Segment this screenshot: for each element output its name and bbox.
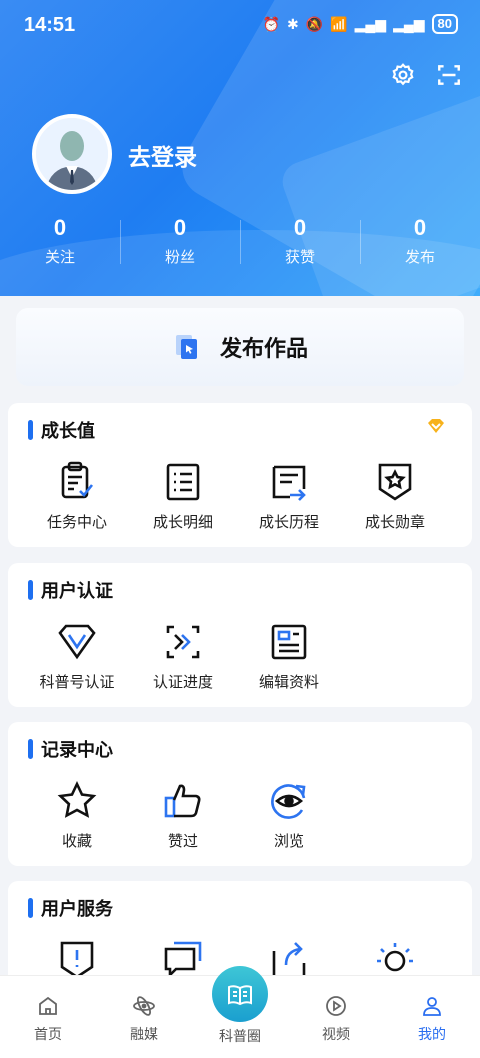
stat-label: 关注 <box>44 249 75 266</box>
nav-label: 融媒 <box>130 1026 158 1042</box>
profile-header: 14:51 ⏰ ✱ 🔕 📶 ▂▄▆ ▂▄▆ 80 去登录 0 关注 0 粉丝 0… <box>0 0 480 296</box>
stat-value: 0 <box>173 215 187 240</box>
section-accent-bar <box>28 580 33 600</box>
auth-grid: 科普号认证 认证进度 编辑资料 <box>8 619 472 692</box>
growth-section: 成长值 任务中心 成长明细 成长历程 成长勋章 <box>8 403 472 547</box>
item-label: 成长勋章 <box>364 514 425 531</box>
stat-posts[interactable]: 0 发布 <box>360 214 480 270</box>
profile-stats: 0 关注 0 粉丝 0 获赞 0 发布 <box>0 214 480 270</box>
section-header: 用户服务 <box>28 895 113 921</box>
section-title: 用户服务 <box>41 899 113 919</box>
stat-value: 0 <box>413 215 427 240</box>
status-icons: ⏰ ✱ 🔕 📶 ▂▄▆ ▂▄▆ 80 <box>263 14 458 34</box>
user-icon <box>423 997 441 1016</box>
status-bar: 14:51 ⏰ ✱ 🔕 📶 ▂▄▆ ▂▄▆ 80 <box>0 0 480 48</box>
stat-label: 获赞 <box>284 249 315 266</box>
item-label: 浏览 <box>273 833 304 850</box>
vip-diamond-icon[interactable] <box>424 415 448 439</box>
list-icon <box>166 463 200 501</box>
mute-icon: 🔕 <box>305 15 324 32</box>
battery-icon: 80 <box>431 14 458 34</box>
avatar[interactable] <box>32 114 112 194</box>
clipboard-check-icon <box>61 461 94 499</box>
records-grid: 收藏 赞过 浏览 <box>8 778 472 851</box>
stat-value: 0 <box>293 215 307 240</box>
thumbs-up-icon <box>164 784 201 818</box>
nav-mine[interactable]: 我的 <box>384 976 480 1058</box>
nav-video[interactable]: 视频 <box>288 976 384 1058</box>
stat-likes[interactable]: 0 获赞 <box>240 214 360 270</box>
stat-label: 粉丝 <box>164 249 195 266</box>
publish-icon <box>175 335 197 359</box>
stat-value: 0 <box>53 215 67 240</box>
play-icon <box>326 996 346 1016</box>
login-link[interactable]: 去登录 <box>128 138 197 172</box>
nav-media[interactable]: 融媒 <box>96 976 192 1058</box>
section-header: 记录中心 <box>28 736 113 762</box>
nav-label: 我的 <box>418 1026 446 1042</box>
profile-card-icon <box>271 624 307 660</box>
nav-label: 视频 <box>322 1026 350 1042</box>
edit-profile-button[interactable]: 编辑资料 <box>236 619 342 692</box>
document-arrow-icon <box>272 465 306 501</box>
publish-label: 发布作品 <box>219 336 308 361</box>
growth-history-button[interactable]: 成长历程 <box>236 459 342 532</box>
section-title: 记录中心 <box>41 740 113 760</box>
wifi-icon: 📶 <box>330 15 348 32</box>
item-label: 成长历程 <box>258 514 319 531</box>
nav-kepu-circle[interactable] <box>212 966 268 1022</box>
status-time: 14:51 <box>24 14 76 36</box>
item-label: 收藏 <box>61 833 92 850</box>
publish-button[interactable]: 发布作品 <box>16 308 464 386</box>
alarm-icon: ⏰ <box>262 15 281 32</box>
item-label: 赞过 <box>167 833 198 850</box>
user-avatar-icon <box>36 118 108 190</box>
nav-home[interactable]: 首页 <box>0 976 96 1058</box>
growth-badge-button[interactable]: 成长勋章 <box>342 459 448 532</box>
header-actions <box>390 62 462 88</box>
item-label: 编辑资料 <box>258 674 319 691</box>
section-header: 成长值 <box>28 417 95 443</box>
book-icon <box>228 985 252 1006</box>
favorites-button[interactable]: 收藏 <box>24 778 130 851</box>
item-label: 成长明细 <box>152 514 213 531</box>
bluetooth-icon: ✱ <box>287 15 299 32</box>
signal-icon: ▂▄▆ <box>393 15 425 32</box>
kepu-auth-button[interactable]: 科普号认证 <box>24 619 130 692</box>
auth-section: 用户认证 科普号认证 认证进度 编辑资料 <box>8 563 472 707</box>
item-label: 认证进度 <box>152 674 213 691</box>
star-icon <box>57 780 97 818</box>
growth-grid: 任务中心 成长明细 成长历程 成长勋章 <box>8 459 472 532</box>
progress-arrows-icon <box>166 625 200 659</box>
atom-icon <box>133 996 155 1016</box>
stat-following[interactable]: 0 关注 <box>0 214 120 270</box>
nav-label: 科普圈 <box>219 1028 261 1044</box>
badge-star-icon <box>378 463 412 501</box>
auth-progress-button[interactable]: 认证进度 <box>130 619 236 692</box>
gear-icon[interactable] <box>390 62 416 88</box>
task-center-button[interactable]: 任务中心 <box>24 459 130 532</box>
stat-fans[interactable]: 0 粉丝 <box>120 214 240 270</box>
signal-icon: ▂▄▆ <box>354 15 387 32</box>
section-title: 用户认证 <box>41 581 113 601</box>
home-icon <box>39 996 57 1015</box>
section-accent-bar <box>28 898 33 918</box>
nav-label: 首页 <box>34 1026 62 1042</box>
section-header: 用户认证 <box>28 577 113 603</box>
scan-icon[interactable] <box>436 62 462 88</box>
section-title: 成长值 <box>41 421 95 441</box>
section-accent-bar <box>28 420 33 440</box>
records-section: 记录中心 收藏 赞过 浏览 <box>8 722 472 866</box>
stat-label: 发布 <box>404 249 435 266</box>
history-button[interactable]: 浏览 <box>236 778 342 851</box>
section-accent-bar <box>28 739 33 759</box>
item-label: 科普号认证 <box>39 674 115 691</box>
eye-refresh-icon <box>271 784 306 819</box>
liked-button[interactable]: 赞过 <box>130 778 236 851</box>
diamond-v-icon <box>58 624 96 660</box>
item-label: 任务中心 <box>46 514 107 531</box>
growth-detail-button[interactable]: 成长明细 <box>130 459 236 532</box>
